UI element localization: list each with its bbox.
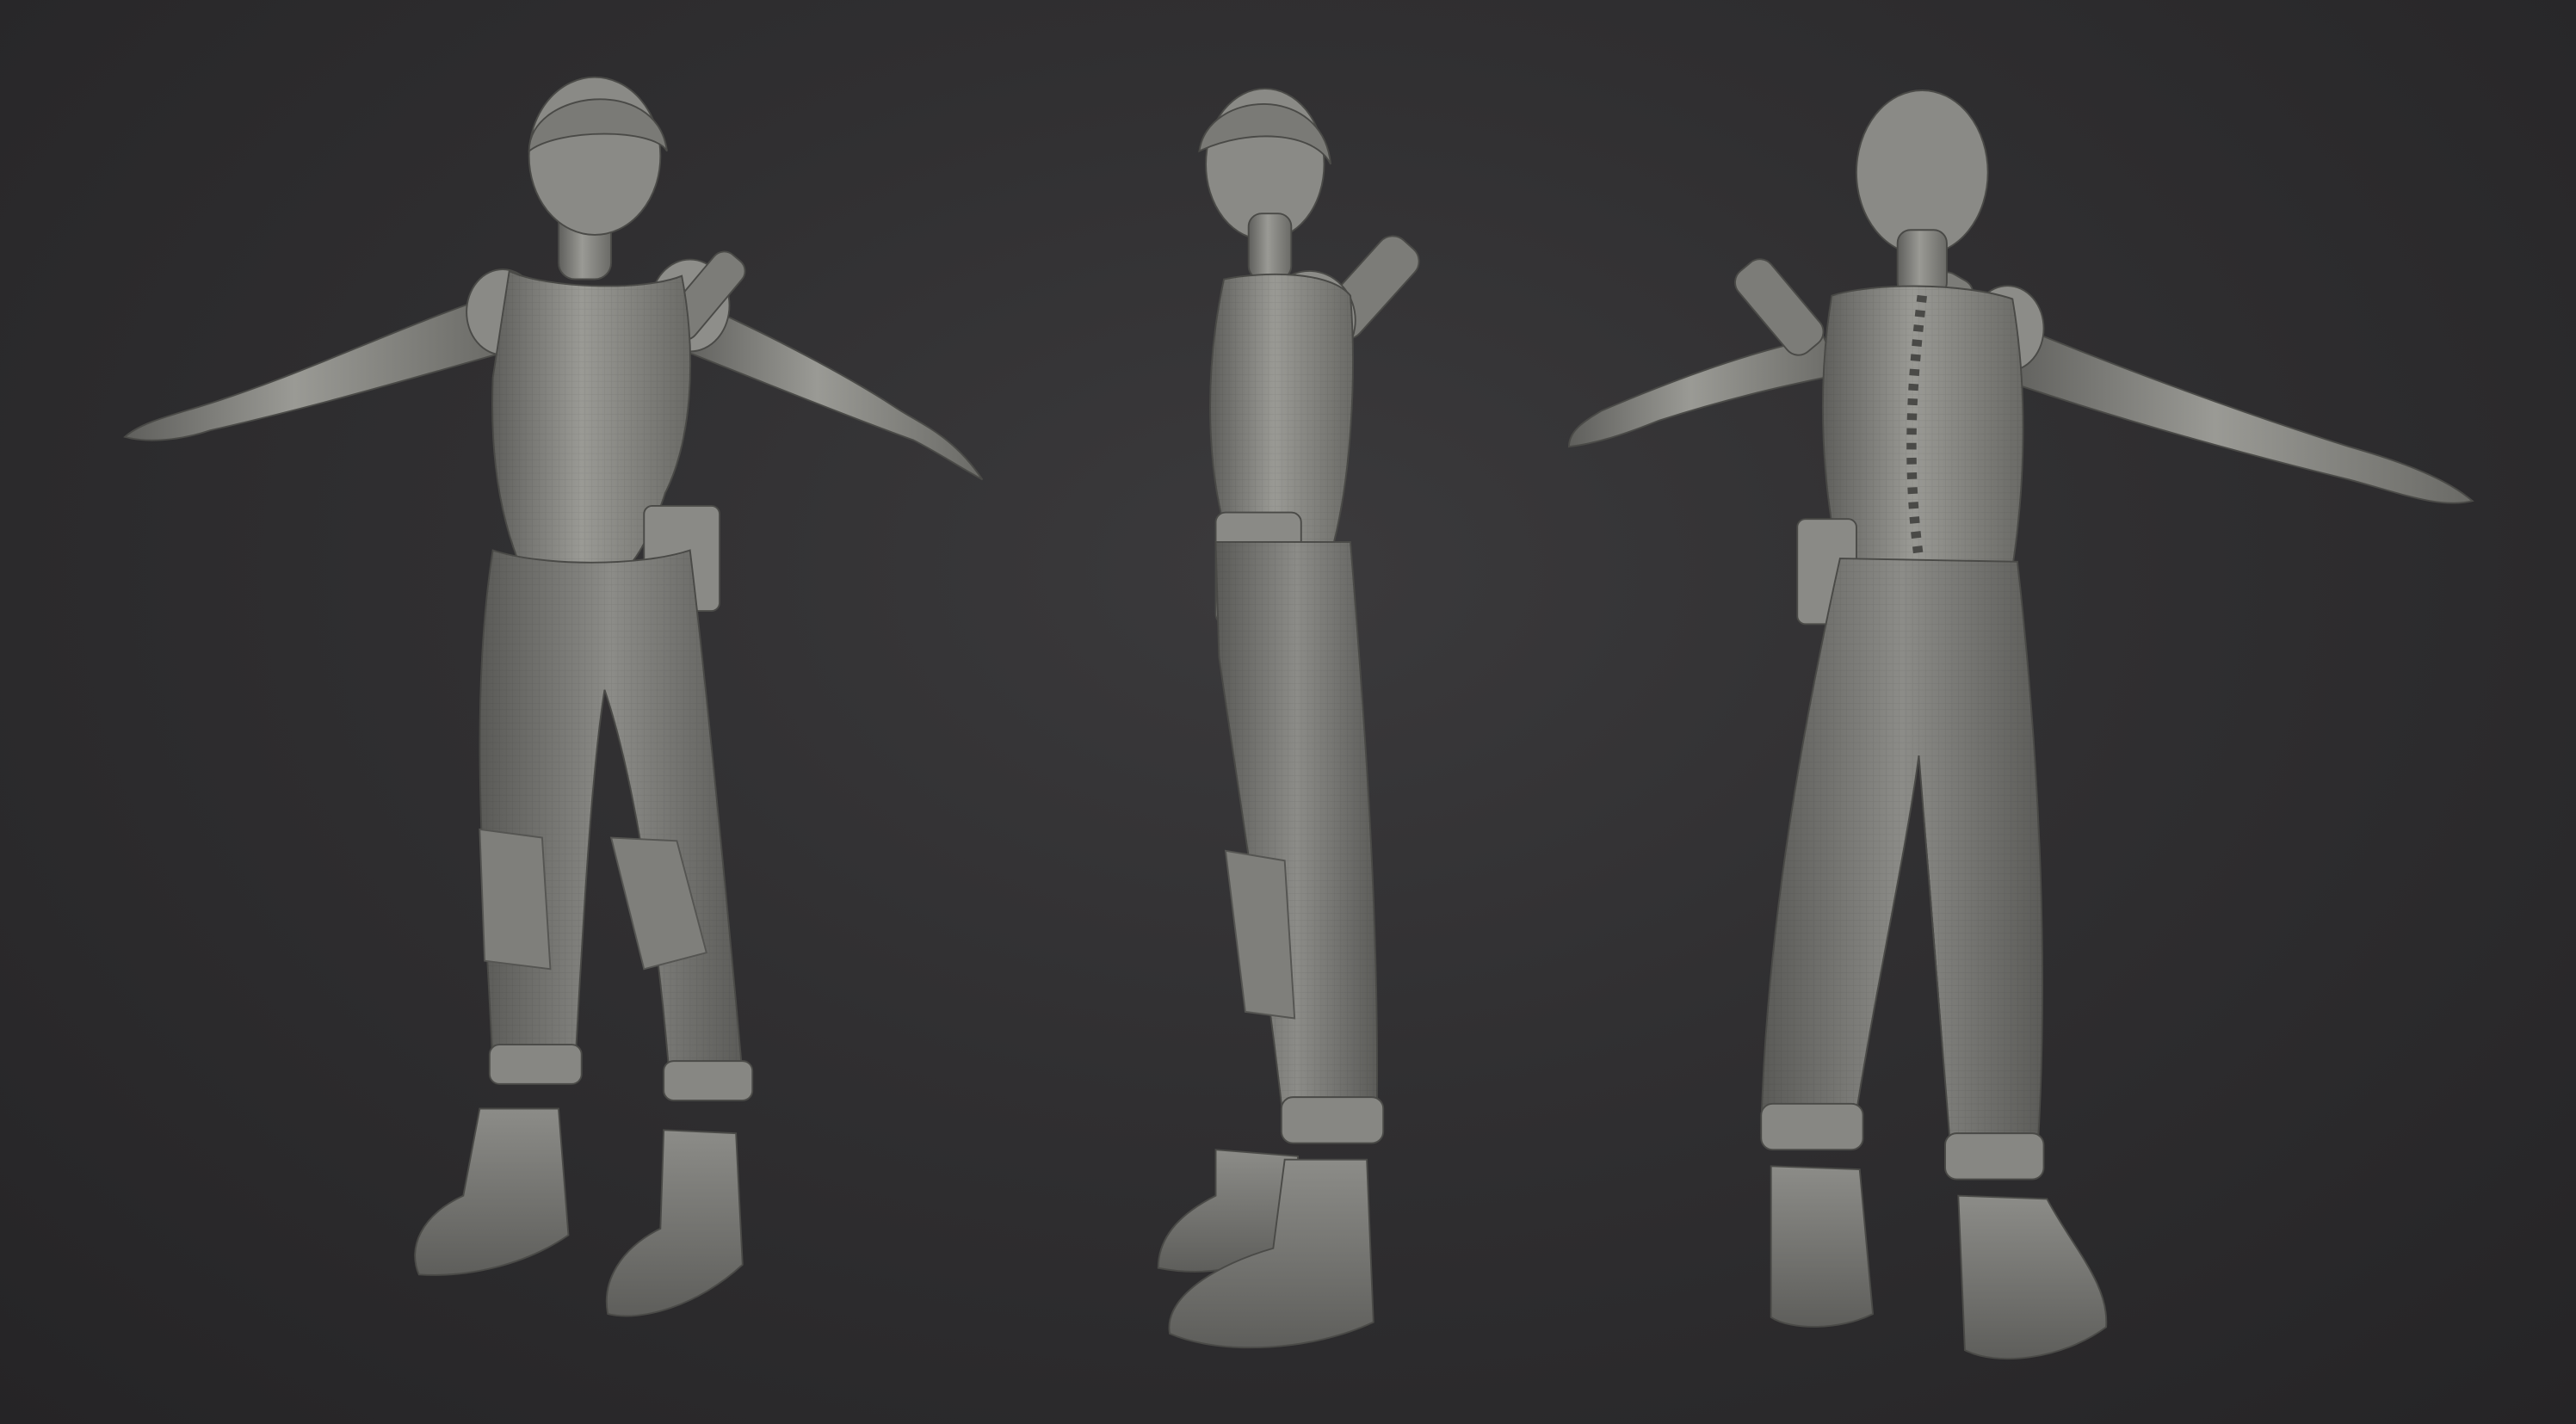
sculpt-turnaround-canvas [0, 0, 2576, 1424]
figure-back-view [1567, 89, 2474, 1360]
sculpt-turnaround-image [123, 76, 2474, 1360]
figure-front-view [123, 76, 984, 1317]
figure-side-view [1157, 88, 1420, 1349]
